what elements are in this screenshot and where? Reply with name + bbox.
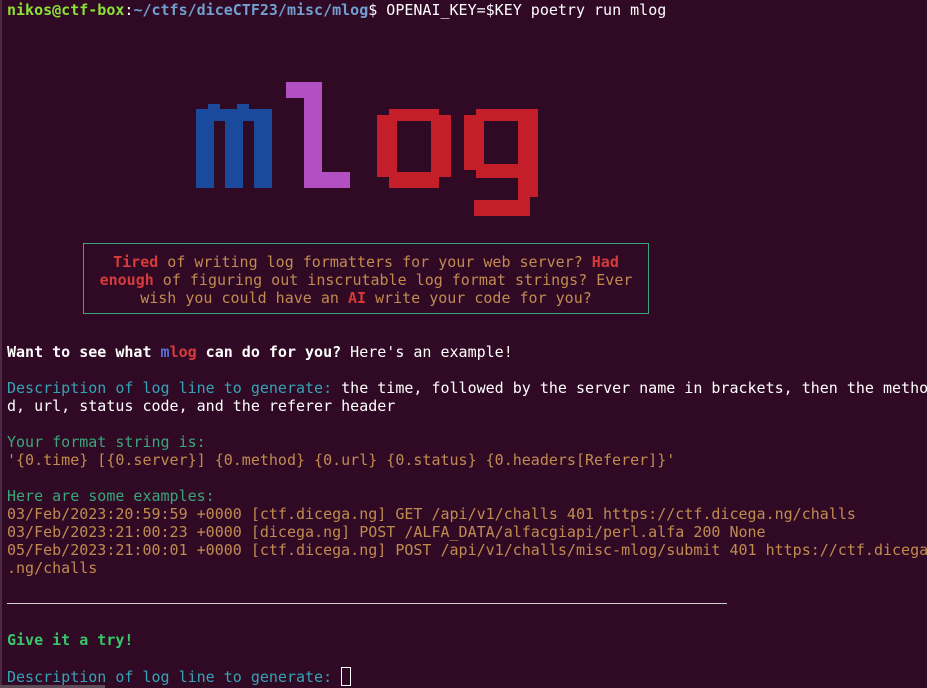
prompt-path: ~/ctfs/diceCTF23/misc/mlog — [133, 1, 369, 19]
format-string-value: '{0.time} [{0.server}] {0.method} {0.url… — [7, 451, 676, 469]
prompt-dollar: $ — [368, 1, 378, 19]
input-prompt-line[interactable]: Description of log line to generate: — [7, 667, 352, 686]
prompt-user-host: nikos@ctf-box — [7, 1, 125, 19]
example-description-value: the time, followed by the server name in… — [332, 379, 927, 397]
intro-line-1: Tired of writing log formatters for your… — [113, 253, 619, 271]
try-it-label: Give it a try! — [7, 631, 134, 649]
prompt-command: OPENAI_KEY=$KEY poetry run mlog — [377, 1, 667, 19]
logo-letter-g — [464, 109, 538, 216]
example-log-line: 03/Feb/2023:20:59:59 +0000 [ctf.dicega.n… — [7, 505, 856, 523]
example-log-line: 05/Feb/2023:21:00:01 +0000 [ctf.dicega.n… — [7, 541, 927, 559]
text-cursor[interactable] — [341, 667, 352, 686]
input-description-label: Description of log line to generate: — [7, 668, 333, 686]
terminal-left-edge — [0, 0, 2, 688]
intro-box: Tired of writing log formatters for your… — [83, 243, 649, 314]
section-divider — [7, 603, 727, 604]
logo-letter-l — [286, 82, 350, 188]
example-description-line-1: Description of log line to generate: the… — [7, 379, 927, 397]
logo-letter-o — [377, 109, 451, 188]
shell-prompt-line: nikos@ctf-box:~/ctfs/diceCTF23/misc/mlog… — [7, 1, 666, 19]
intro-line-2: enough of figuring out inscrutable log f… — [99, 271, 633, 289]
intro-line-3: wish you could have an AI write your cod… — [140, 289, 592, 307]
example-description-label: Description of log line to generate: — [7, 379, 333, 397]
format-string-label: Your format string is: — [7, 433, 206, 451]
example-log-line-wrap: .ng/challs — [7, 559, 98, 577]
examples-label: Here are some examples: — [7, 487, 215, 505]
example-description-line-2: d, url, status code, and the referer hea… — [7, 397, 396, 415]
example-log-line: 03/Feb/2023:21:00:23 +0000 [dicega.ng] P… — [7, 523, 766, 541]
mlog-logo — [196, 82, 538, 216]
terminal-window[interactable]: nikos@ctf-box:~/ctfs/diceCTF23/misc/mlog… — [0, 0, 927, 688]
logo-letter-m — [196, 104, 272, 188]
headline: Want to see what mlog can do for you? He… — [7, 343, 513, 361]
